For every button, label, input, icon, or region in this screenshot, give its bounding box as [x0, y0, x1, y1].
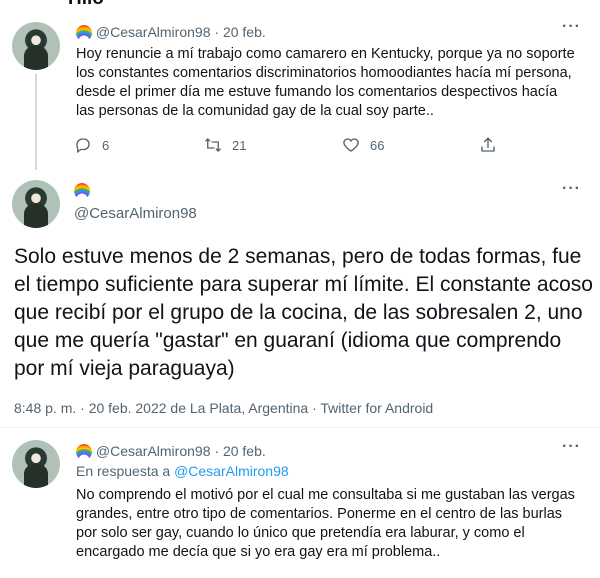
separator: · [214, 24, 220, 40]
reply-button[interactable]: 6 [74, 136, 109, 154]
avatar[interactable] [12, 440, 60, 488]
tweet-author [74, 181, 90, 198]
retweet-count: 21 [232, 137, 247, 153]
like-button[interactable]: 66 [342, 136, 384, 154]
reply-prefix: En respuesta a [76, 463, 171, 479]
rainbow-emoji [76, 442, 92, 458]
thread-line [35, 74, 37, 170]
more-icon[interactable]: ··· [562, 438, 581, 456]
share-button[interactable] [479, 136, 507, 154]
rainbow-emoji [76, 23, 92, 39]
tweet-timestamp[interactable]: 8:48 p. m. · 20 feb. 2022 de La Plata, A… [14, 400, 433, 416]
tweet-date[interactable]: 20 feb. [223, 443, 266, 459]
reply-context: En respuesta a @CesarAlmiron98 [76, 463, 289, 479]
tweet-text: Solo estuve menos de 2 semanas, pero de … [14, 245, 593, 380]
divider [0, 427, 600, 428]
tweet-meta: @CesarAlmiron98 · 20 feb. [76, 23, 266, 40]
tweet-handle[interactable]: @CesarAlmiron98 [96, 24, 211, 40]
avatar[interactable] [12, 22, 60, 70]
tweet-text: Hoy renuncie a mí trabajo como camarero … [76, 46, 575, 119]
tweet-handle[interactable]: @CesarAlmiron98 [96, 443, 211, 459]
reply-count: 6 [102, 137, 110, 153]
retweet-icon [205, 138, 221, 152]
tweet-meta: @CesarAlmiron98 · 20 feb. [76, 442, 266, 459]
reply-icon [76, 138, 90, 154]
rainbow-emoji [74, 181, 90, 197]
avatar[interactable] [12, 180, 60, 228]
tweet-text: No comprendo el motivó por el cual me co… [76, 487, 575, 560]
tweet-handle[interactable]: @CesarAlmiron98 [74, 205, 197, 222]
reply-handle-link[interactable]: @CesarAlmiron98 [174, 463, 289, 479]
heart-icon [343, 138, 359, 152]
like-count: 66 [370, 137, 385, 153]
tweet-actions: 6 21 66 [74, 136, 514, 156]
more-icon[interactable]: ··· [562, 180, 581, 198]
page-title: Hilo [68, 0, 104, 10]
tweet-date[interactable]: 20 feb. [223, 24, 266, 40]
share-icon [481, 137, 495, 152]
separator: · [214, 443, 220, 459]
retweet-button[interactable]: 21 [204, 136, 246, 154]
more-icon[interactable]: ··· [562, 18, 581, 36]
